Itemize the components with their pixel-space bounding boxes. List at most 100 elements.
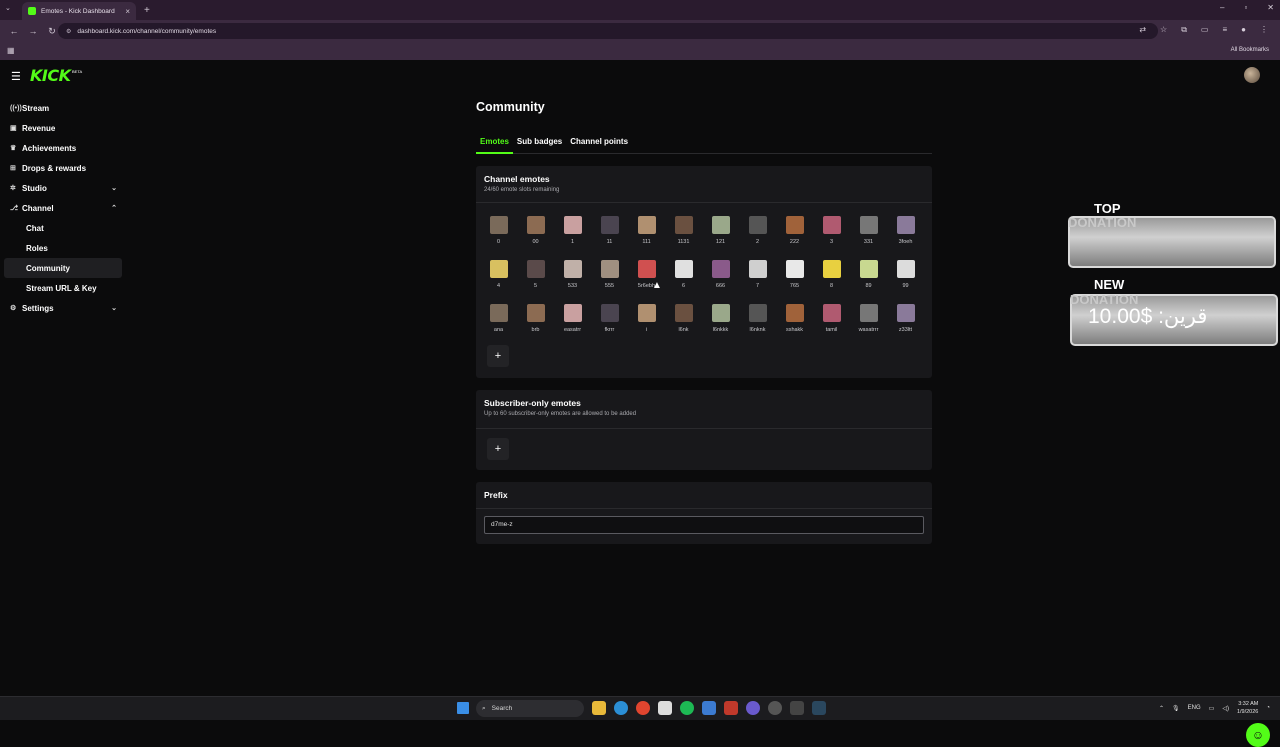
media-icon[interactable]: ≡ <box>1222 25 1227 35</box>
emote-item[interactable]: 3foeh <box>887 216 924 260</box>
emote-item[interactable]: 2 <box>739 216 776 260</box>
emote-image <box>637 260 656 278</box>
volume-icon[interactable]: ◁) <box>1222 705 1229 712</box>
emote-item[interactable]: 11 <box>591 216 628 260</box>
tab-emotes[interactable]: Emotes <box>476 136 513 154</box>
sidebar-item-settings[interactable]: ⚙ Settings ⌄ <box>4 298 122 318</box>
tab-channel-points[interactable]: Channel points <box>566 136 632 154</box>
new-tab-icon[interactable]: + <box>144 5 150 16</box>
site-info-icon[interactable]: ⚙ <box>66 28 71 35</box>
sidebar-item-revenue[interactable]: ▣ Revenue <box>4 118 122 138</box>
emote-name: brb <box>531 327 540 333</box>
emote-item[interactable]: 666 <box>702 260 739 304</box>
forward-icon[interactable]: → <box>28 26 38 36</box>
emote-item[interactable]: z33ltt <box>887 304 924 348</box>
notifications-icon[interactable]: ◔ <box>1266 705 1270 711</box>
kick-logo[interactable]: KICK <box>30 66 71 85</box>
profile-icon[interactable]: ● <box>1241 25 1246 35</box>
discord-icon[interactable] <box>746 701 760 715</box>
emote-item[interactable]: brb <box>517 304 554 348</box>
store-icon[interactable] <box>658 701 672 715</box>
sidebar-item-achievements[interactable]: ♛ Achievements <box>4 138 122 158</box>
emote-item[interactable]: 00 <box>517 216 554 260</box>
sidebar-item-drops[interactable]: ⊞ Drops & rewards <box>4 158 122 178</box>
clock[interactable]: 3:32 AM 1/9/2026 <box>1237 700 1258 716</box>
emote-item[interactable]: 121 <box>702 216 739 260</box>
emote-item[interactable]: 0 <box>480 216 517 260</box>
windows-start-icon[interactable] <box>457 702 469 714</box>
emote-item[interactable]: 99 <box>887 260 924 304</box>
user-avatar[interactable] <box>1244 67 1260 83</box>
chrome-icon[interactable] <box>636 701 650 715</box>
language-indicator[interactable]: ENG <box>1188 705 1201 711</box>
network-icon[interactable]: ▭ <box>1209 705 1215 712</box>
url-field[interactable]: ⚙ dashboard.kick.com/channel/community/e… <box>58 23 1158 39</box>
tray-chevron-icon[interactable]: ⌃ <box>1159 705 1164 712</box>
sidebar-item-roles[interactable]: Roles <box>4 238 122 258</box>
close-window-icon[interactable]: ✕ <box>1267 3 1274 12</box>
emote-item[interactable]: fkrrr <box>591 304 628 348</box>
emote-item[interactable]: 4 <box>480 260 517 304</box>
emote-item[interactable]: 5 <box>517 260 554 304</box>
sidebar-item-channel[interactable]: ⎇ Channel ⌃ <box>4 198 122 218</box>
emote-item[interactable]: 1131 <box>665 216 702 260</box>
spotify-icon[interactable] <box>680 701 694 715</box>
recorder-icon[interactable] <box>724 701 738 715</box>
prefix-input[interactable]: d7me-z <box>484 516 924 534</box>
terminal-icon[interactable] <box>790 701 804 715</box>
tab-search-icon[interactable]: ⌄ <box>5 4 11 12</box>
emote-item[interactable]: 222 <box>776 216 813 260</box>
emote-item[interactable]: i <box>628 304 665 348</box>
emote-item[interactable]: 331 <box>850 216 887 260</box>
obs-icon[interactable] <box>768 701 782 715</box>
sidebar-item-studio[interactable]: ✲ Studio ⌄ <box>4 178 122 198</box>
emote-item[interactable]: 8 <box>813 260 850 304</box>
sidebar-item-stream[interactable]: ((•)) Stream <box>4 98 122 118</box>
close-tab-icon[interactable]: × <box>125 7 130 16</box>
emote-item[interactable]: 555 <box>591 260 628 304</box>
emote-item[interactable]: 6 <box>665 260 702 304</box>
sidebar-item-community[interactable]: Community <box>4 258 122 278</box>
emote-item[interactable]: 111 <box>628 216 665 260</box>
emote-item[interactable]: 3 <box>813 216 850 260</box>
emote-item[interactable]: 533 <box>554 260 591 304</box>
emote-item[interactable]: 1 <box>554 216 591 260</box>
microphone-icon[interactable]: 🎙︎ <box>1172 705 1180 712</box>
edge-icon[interactable] <box>614 701 628 715</box>
taskbar-search[interactable]: ⌕ Search <box>476 700 584 717</box>
add-emote-button[interactable]: + <box>487 345 509 367</box>
emote-item[interactable]: sshakk <box>776 304 813 348</box>
translate-icon[interactable]: ⇄ <box>1139 25 1146 35</box>
maximize-icon[interactable]: ▫ <box>1244 3 1247 12</box>
add-subscriber-emote-button[interactable]: + <box>487 438 509 460</box>
minimize-icon[interactable]: – <box>1220 3 1224 12</box>
app-icon[interactable] <box>702 701 716 715</box>
steam-icon[interactable] <box>812 701 826 715</box>
bookmark-star-icon[interactable]: ☆ <box>1160 25 1167 35</box>
emote-item[interactable]: 765 <box>776 260 813 304</box>
emote-item[interactable]: 7 <box>739 260 776 304</box>
emote-item[interactable]: l6nkkk <box>702 304 739 348</box>
sidebar-item-stream-url[interactable]: Stream URL & Key <box>4 278 122 298</box>
emote-item[interactable]: l6nknk <box>739 304 776 348</box>
emote-item[interactable]: easatrr <box>554 304 591 348</box>
file-explorer-icon[interactable] <box>592 701 606 715</box>
hamburger-menu-icon[interactable]: ☰ <box>11 70 21 83</box>
emote-item[interactable]: wasatrrr <box>850 304 887 348</box>
browser-tab[interactable]: Emotes - Kick Dashboard × <box>22 2 136 20</box>
tab-sub-badges[interactable]: Sub badges <box>513 136 566 154</box>
reload-icon[interactable]: ↻ <box>47 26 57 37</box>
menu-icon[interactable]: ⋮ <box>1260 25 1268 35</box>
apps-icon[interactable]: ▦ <box>7 46 15 55</box>
emote-item[interactable]: l6nk <box>665 304 702 348</box>
extensions-icon[interactable]: ⧉ <box>1181 25 1187 35</box>
emote-item[interactable]: 89 <box>850 260 887 304</box>
sidebar-item-label: Drops & rewards <box>22 163 87 173</box>
sidebar-item-chat[interactable]: Chat <box>4 218 122 238</box>
all-bookmarks-link[interactable]: All Bookmarks <box>1231 47 1269 53</box>
emote-item[interactable]: tamil <box>813 304 850 348</box>
emote-item[interactable]: ana <box>480 304 517 348</box>
support-chat-button[interactable]: ☺ <box>1246 723 1270 747</box>
cast-icon[interactable]: ▭ <box>1201 25 1209 35</box>
back-icon[interactable]: ← <box>9 26 19 36</box>
